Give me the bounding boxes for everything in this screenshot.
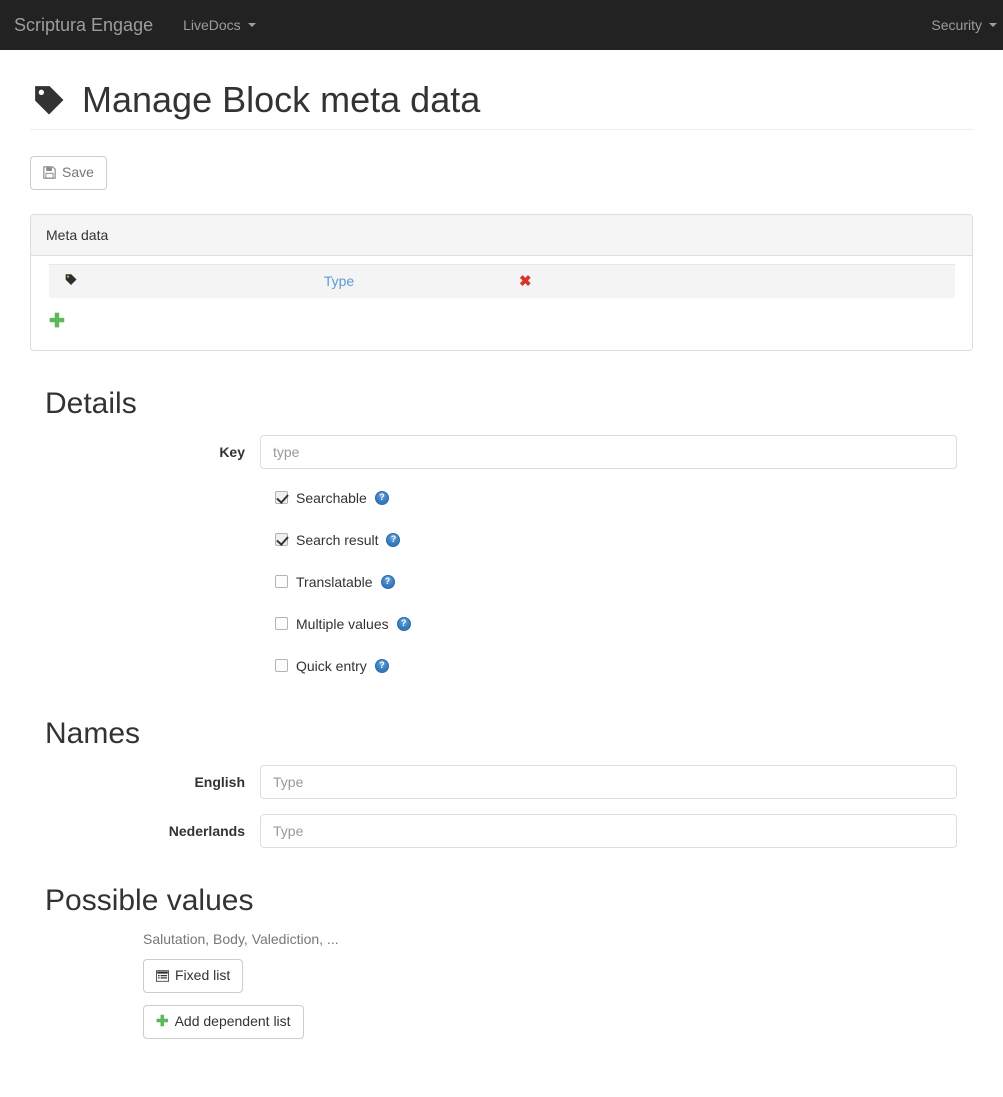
save-floppy-icon	[43, 166, 56, 179]
help-icon[interactable]: ?	[380, 574, 395, 589]
details-checkbox-group: Searchable ? Search result ? Translatabl…	[30, 483, 973, 681]
navbar-right-group: Security	[916, 0, 1003, 50]
nav-item-livedocs-label: LiveDocs	[183, 17, 241, 33]
plus-icon: ✚	[156, 1013, 169, 1031]
names-section-title: Names	[45, 716, 141, 750]
searchable-label: Searchable	[296, 489, 367, 506]
caret-down-icon	[247, 23, 256, 27]
details-section-title: Details	[45, 386, 137, 420]
page-title-text: Manage Block meta data	[82, 79, 481, 120]
key-label: Key	[219, 443, 245, 460]
translatable-checkbox[interactable]	[275, 575, 288, 589]
search-result-checkbox[interactable]	[275, 533, 288, 547]
top-navbar: Scriptura Engage LiveDocs Security	[0, 0, 1003, 50]
checkbox-row-multiple-values[interactable]: Multiple values ?	[30, 609, 973, 639]
translatable-label: Translatable	[296, 573, 373, 590]
save-button-label: Save	[62, 163, 94, 180]
checkbox-row-searchable[interactable]: Searchable ?	[30, 483, 973, 513]
toolbar: Save	[30, 130, 973, 190]
nav-item-security-label: Security	[931, 17, 982, 33]
nederlands-form-group: Nederlands	[30, 813, 973, 848]
nav-item-security[interactable]: Security	[916, 0, 1003, 50]
key-input[interactable]	[260, 434, 957, 469]
nederlands-name-input[interactable]	[260, 813, 957, 848]
meta-row-delete-cell: ✖	[519, 265, 532, 298]
meta-row-icon-cell	[49, 273, 229, 289]
meta-data-panel: Meta data Type ✖ ✚	[30, 213, 973, 351]
meta-data-panel-body: Type ✖ ✚	[31, 256, 972, 350]
help-icon[interactable]: ?	[396, 616, 411, 631]
help-icon[interactable]: ?	[386, 532, 401, 547]
fixed-list-button-label: Fixed list	[175, 966, 231, 983]
nederlands-label: Nederlands	[168, 822, 245, 839]
delete-icon[interactable]: ✖	[519, 274, 532, 289]
multiple-values-checkbox[interactable]	[275, 617, 288, 631]
possible-values-note: Salutation, Body, Valediction, ...	[143, 930, 339, 947]
tag-icon	[65, 274, 77, 286]
page-container: Manage Block meta data Save Meta data Ty…	[0, 50, 1003, 1039]
help-icon[interactable]: ?	[374, 490, 389, 505]
searchable-checkbox[interactable]	[275, 491, 288, 505]
add-dependent-list-button[interactable]: ✚ Add dependent list	[143, 1004, 304, 1039]
add-meta-data-icon[interactable]: ✚	[49, 312, 65, 331]
save-button[interactable]: Save	[30, 155, 107, 190]
english-label: English	[194, 773, 245, 790]
nav-item-livedocs[interactable]: LiveDocs	[168, 0, 271, 50]
quick-entry-label: Quick entry	[296, 657, 367, 674]
fixed-list-button[interactable]: Fixed list	[143, 958, 244, 993]
table-row[interactable]: Type ✖	[49, 263, 955, 298]
english-name-input[interactable]	[260, 764, 957, 799]
checkbox-row-search-result[interactable]: Search result ?	[30, 525, 973, 555]
possible-values-section-title: Possible values	[45, 883, 254, 917]
checkbox-row-translatable[interactable]: Translatable ?	[30, 567, 973, 597]
add-dependent-list-button-label: Add dependent list	[174, 1012, 291, 1029]
page-title: Manage Block meta data	[30, 80, 973, 120]
page-header: Manage Block meta data	[30, 50, 973, 130]
possible-values-buttons: Fixed list ✚ Add dependent list	[143, 947, 973, 1039]
checkbox-row-quick-entry[interactable]: Quick entry ?	[30, 651, 973, 681]
help-icon[interactable]: ?	[374, 658, 389, 673]
tag-icon	[35, 85, 64, 115]
search-result-label: Search result	[296, 531, 379, 548]
english-form-group: English	[30, 764, 973, 799]
key-form-group: Key	[30, 434, 973, 469]
meta-data-panel-heading: Meta data	[31, 214, 972, 256]
meta-data-add-row: ✚	[31, 298, 972, 332]
meta-row-name-cell: Type	[229, 273, 449, 289]
brand-logo[interactable]: Scriptura Engage	[0, 0, 168, 50]
quick-entry-checkbox[interactable]	[275, 659, 288, 673]
multiple-values-label: Multiple values	[296, 615, 389, 632]
list-icon	[156, 969, 169, 982]
meta-row-name-link[interactable]: Type	[324, 273, 354, 289]
caret-down-icon	[989, 23, 997, 27]
